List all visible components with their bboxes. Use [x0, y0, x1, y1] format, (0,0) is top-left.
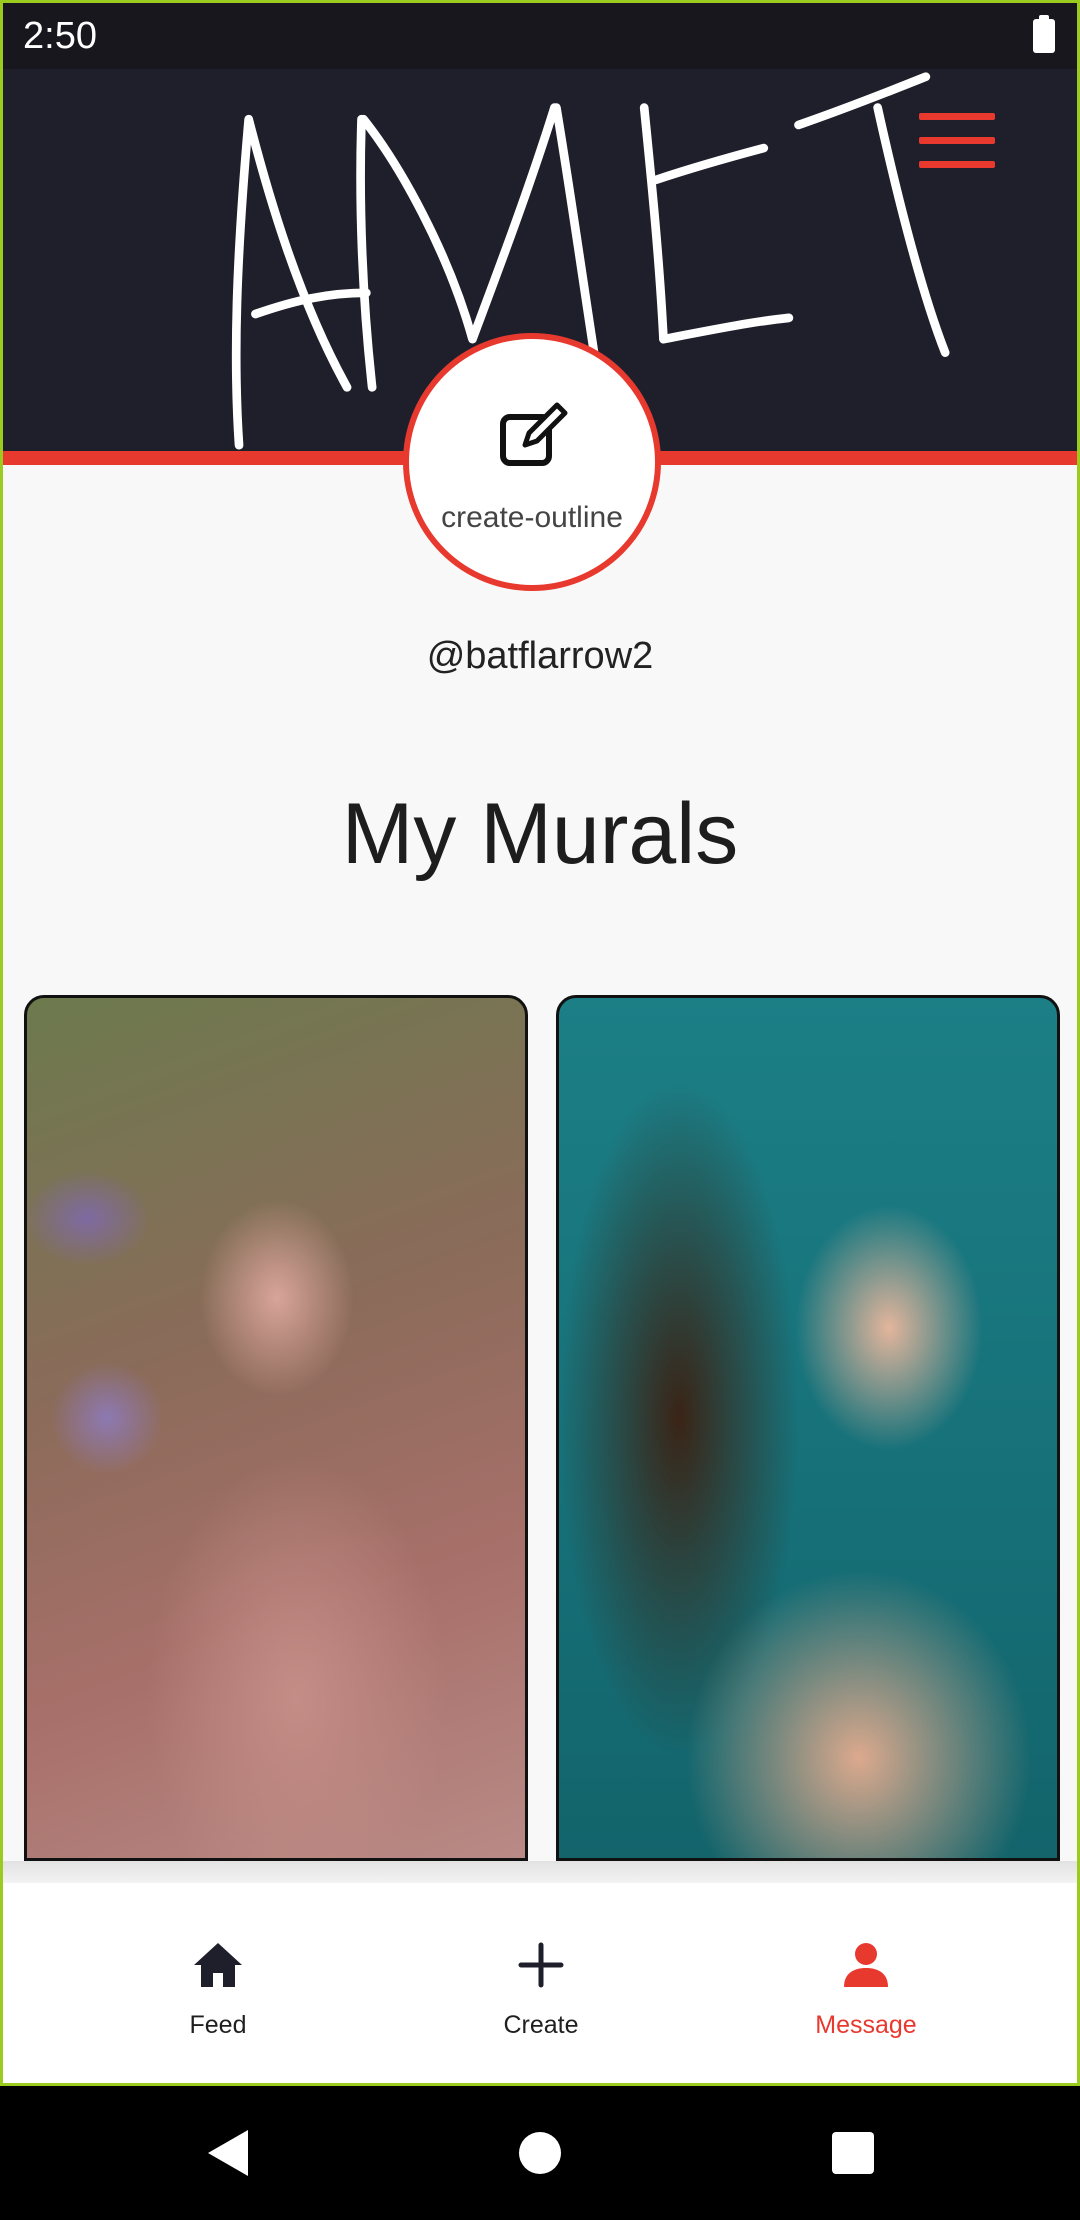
hamburger-menu-icon — [919, 113, 995, 120]
nav-label-message: Message — [815, 2011, 917, 2039]
scroll-shadow — [3, 1861, 1077, 1883]
mural-card[interactable] — [24, 995, 528, 1861]
back-triangle-icon[interactable] — [200, 2126, 254, 2180]
avatar-edit-button[interactable]: create-outline — [403, 333, 661, 591]
nav-item-create[interactable]: Create — [421, 1937, 661, 2047]
nav-label-feed: Feed — [189, 2011, 247, 2039]
app-screen: 2:50 create-outline @batflarrow2 My Mura… — [0, 0, 1080, 2086]
system-navigation-bar — [0, 2086, 1080, 2220]
status-bar: 2:50 — [3, 3, 1077, 69]
status-time: 2:50 — [23, 15, 97, 57]
nav-item-feed[interactable]: Feed — [98, 1937, 338, 2047]
nav-label-create: Create — [503, 2011, 579, 2039]
menu-button[interactable] — [919, 113, 995, 169]
plus-icon — [518, 1942, 564, 1988]
recents-square-icon[interactable] — [826, 2126, 880, 2180]
person-icon — [844, 1943, 888, 1987]
create-outline-icon — [500, 402, 568, 466]
username: @batflarrow2 — [426, 635, 654, 677]
nav-item-message[interactable]: Message — [746, 1937, 986, 2047]
bottom-navigation: Feed Create Message — [3, 1883, 1077, 2083]
hamburger-line — [919, 137, 995, 144]
avatar-label: create-outline — [441, 501, 623, 534]
home-circle-icon[interactable] — [513, 2126, 567, 2180]
mural-card[interactable] — [556, 995, 1060, 1861]
section-title: My Murals — [341, 786, 739, 882]
hamburger-line — [919, 161, 995, 168]
home-icon — [194, 1943, 242, 1987]
battery-icon — [1033, 15, 1055, 53]
